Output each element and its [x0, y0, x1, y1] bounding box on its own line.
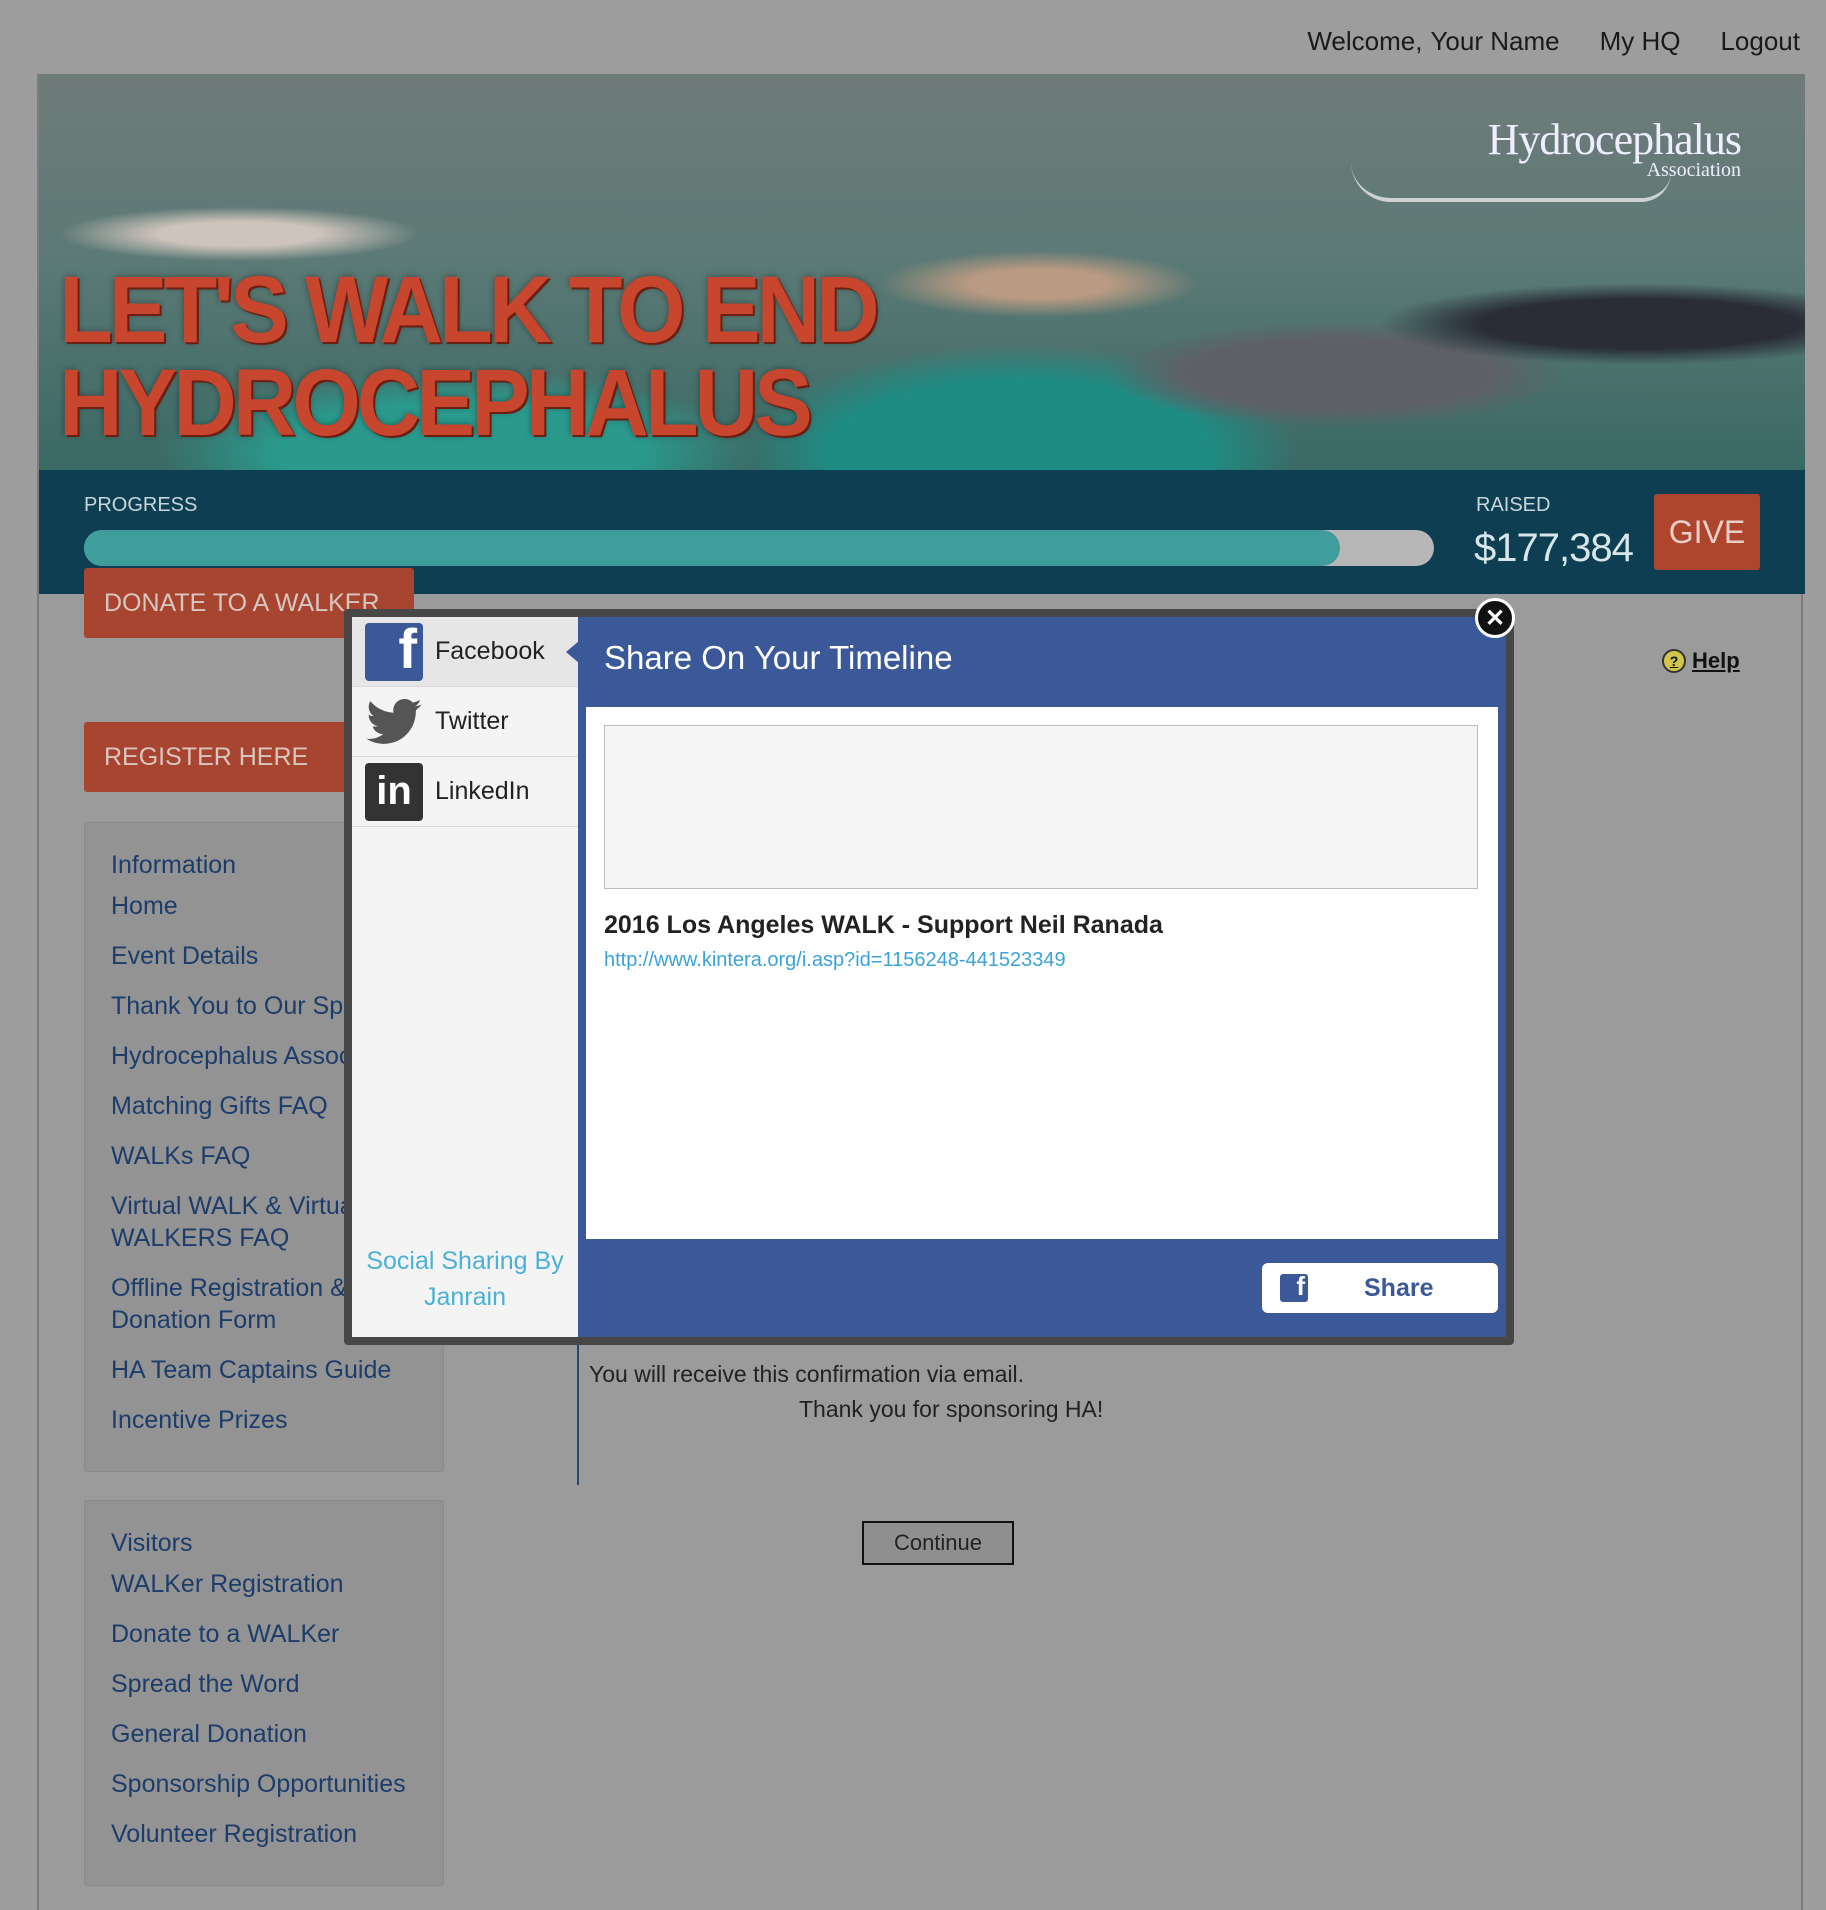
progress-label: PROGRESS — [84, 494, 198, 516]
visitor-item[interactable]: General Donation — [111, 1718, 443, 1750]
linkedin-icon: in — [365, 762, 423, 821]
tab-linkedin-label: LinkedIn — [435, 777, 530, 805]
content-divider — [577, 1330, 579, 1485]
welcome-label: Welcome, — [1307, 26, 1423, 56]
help-link[interactable]: ? Help — [1662, 648, 1740, 674]
share-item-title: 2016 Los Angeles WALK - Support Neil Ran… — [604, 911, 1163, 939]
confirmation-email-text: You will receive this confirmation via e… — [589, 1361, 1025, 1387]
info-item[interactable]: HA Team Captains Guide — [111, 1354, 443, 1386]
share-panel: Share On Your Timeline 2016 Los Angeles … — [578, 617, 1506, 1337]
powered-by-line2: Janrain — [424, 1283, 506, 1311]
facebook-share-button[interactable]: f Share — [1262, 1263, 1498, 1313]
facebook-icon: f — [1280, 1274, 1308, 1302]
tab-twitter-label: Twitter — [435, 707, 509, 735]
share-panel-body: 2016 Los Angeles WALK - Support Neil Ran… — [586, 707, 1498, 1239]
share-provider-tabs: f Facebook Twitter in LinkedIn Social Sh… — [352, 617, 579, 1337]
powered-by-line1: Social Sharing By — [366, 1247, 564, 1275]
top-user-bar: Welcome, Your Name My HQ Logout — [1299, 26, 1800, 57]
share-panel-title: Share On Your Timeline — [604, 639, 953, 676]
my-hq-link[interactable]: My HQ — [1600, 26, 1681, 57]
logo-swoosh — [1351, 162, 1671, 202]
visitor-item[interactable]: Donate to a WALKer — [111, 1618, 443, 1650]
banner-title-line2: HYDROCEPHALUS — [59, 348, 813, 456]
visitor-item[interactable]: WALKer Registration — [111, 1568, 443, 1600]
tab-twitter[interactable]: Twitter — [352, 687, 578, 757]
share-button-label: Share — [1364, 1273, 1434, 1302]
raised-label: RAISED — [1476, 494, 1551, 516]
powered-by-janrain[interactable]: Social Sharing By Janrain — [352, 1243, 578, 1315]
tab-linkedin[interactable]: in LinkedIn — [352, 757, 578, 827]
close-modal-button[interactable]: ✕ — [1475, 598, 1515, 638]
logout-link[interactable]: Logout — [1720, 26, 1800, 57]
visitor-item[interactable]: Spread the Word — [111, 1668, 443, 1700]
raised-amount: $177,384 — [1474, 526, 1634, 570]
tab-facebook-label: Facebook — [435, 637, 545, 665]
visitor-item[interactable]: Volunteer Registration — [111, 1818, 443, 1850]
question-icon: ? — [1662, 649, 1686, 673]
event-banner: LET'S WALK TO END HYDROCEPHALUS Hydrocep… — [39, 74, 1805, 470]
info-item[interactable]: Incentive Prizes — [111, 1404, 443, 1436]
association-logo: Hydrocephalus Association — [1351, 114, 1742, 202]
visitors-nav: Visitors WALKer Registration Donate to a … — [84, 1500, 444, 1886]
share-message-input[interactable] — [604, 725, 1478, 889]
progress-bar-fill — [84, 530, 1340, 566]
banner-title: LET'S WALK TO END HYDROCEPHALUS — [59, 255, 880, 456]
share-modal: f Facebook Twitter in LinkedIn Social Sh… — [344, 609, 1514, 1345]
user-name: Your Name — [1430, 26, 1560, 56]
twitter-icon — [365, 693, 423, 751]
thank-you-text: Thank you for sponsoring HA! — [799, 1396, 1104, 1422]
progress-bar — [84, 530, 1434, 566]
visitor-item[interactable]: Sponsorship Opportunities — [111, 1768, 443, 1800]
continue-button[interactable]: Continue — [862, 1521, 1014, 1565]
tab-facebook[interactable]: f Facebook — [352, 617, 579, 687]
logo-name: Hydrocephalus — [1487, 115, 1742, 164]
give-button[interactable]: GIVE — [1654, 494, 1760, 570]
welcome-text: Welcome, Your Name — [1299, 26, 1559, 57]
share-item-link[interactable]: http://www.kintera.org/i.asp?id=1156248-… — [604, 949, 1066, 972]
banner-title-line1: LET'S WALK TO END — [59, 255, 880, 363]
visitors-heading: Visitors — [111, 1529, 193, 1557]
visitors-list: WALKer Registration Donate to a WALKer Spr… — [111, 1568, 443, 1850]
facebook-icon: f — [365, 622, 423, 681]
help-label: Help — [1692, 648, 1740, 673]
